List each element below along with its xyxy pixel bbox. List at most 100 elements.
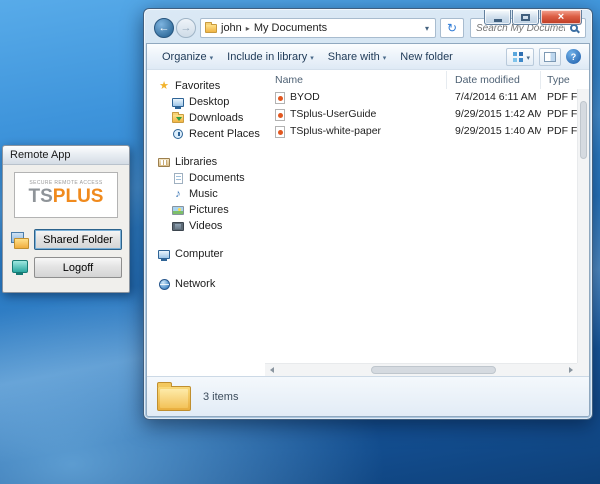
close-button[interactable]: ×	[540, 10, 582, 25]
caret-icon: ▾	[210, 54, 214, 62]
column-header-name[interactable]: Name	[265, 71, 447, 89]
file-row-byod[interactable]: BYOD 7/4/2014 6:11 AM PDF File	[265, 89, 589, 106]
videos-icon	[172, 222, 184, 231]
new-folder-label: New folder	[400, 51, 453, 63]
sidebar-label: Computer	[175, 248, 223, 260]
include-in-library-button[interactable]: Include in library▾	[220, 47, 321, 67]
sidebar-item-favorites[interactable]: ★Favorites	[147, 78, 265, 94]
sidebar-label: Music	[189, 188, 218, 200]
file-name: BYOD	[290, 89, 320, 106]
help-icon: ?	[571, 52, 577, 62]
column-header-type[interactable]: Type	[541, 71, 589, 89]
organize-button[interactable]: Organize▾	[155, 47, 220, 67]
file-name: TSplus-white-paper	[290, 123, 381, 140]
forward-icon: →	[181, 23, 192, 34]
pdf-file-icon	[275, 92, 285, 104]
tsplus-logo-ts: TS	[29, 186, 53, 207]
remote-app-title: Remote App	[10, 149, 71, 161]
breadcrumb-segment-john[interactable]: john	[217, 22, 246, 34]
forward-button[interactable]: →	[176, 18, 196, 38]
music-icon: ♪	[171, 189, 185, 200]
preview-pane-icon	[544, 52, 556, 62]
pdf-file-icon	[275, 126, 285, 138]
file-date-modified: 7/4/2014 6:11 AM	[447, 89, 541, 106]
sidebar-item-videos[interactable]: Videos	[147, 218, 265, 234]
scroll-left-arrow-icon[interactable]	[265, 364, 277, 376]
shared-folder-row: Shared Folder	[10, 229, 122, 250]
minimize-icon	[494, 19, 502, 22]
caret-icon: ▾	[310, 54, 314, 62]
sidebar-item-music[interactable]: ♪ Music	[147, 186, 265, 202]
explorer-window: × ← → john ▸ My Documents ▾ ↻ Organize▾ …	[143, 8, 593, 420]
preview-pane-button[interactable]	[539, 48, 561, 66]
sidebar-label: Network	[175, 278, 215, 290]
sidebar-item-network[interactable]: Network	[147, 276, 265, 292]
new-folder-button[interactable]: New folder	[393, 47, 460, 67]
horizontal-scroll-thumb[interactable]	[371, 366, 496, 374]
scroll-right-arrow-icon[interactable]	[565, 364, 577, 376]
items-count: 3 items	[203, 391, 238, 403]
shared-folder-icon[interactable]	[10, 231, 30, 249]
sidebar-item-computer[interactable]: Computer	[147, 246, 265, 262]
vertical-scroll-thumb[interactable]	[580, 101, 587, 159]
downloads-icon	[172, 114, 184, 123]
include-in-library-label: Include in library	[227, 51, 307, 63]
sidebar-item-recent-places[interactable]: Recent Places	[147, 126, 265, 142]
share-with-button[interactable]: Share with▾	[321, 47, 394, 67]
help-button[interactable]: ?	[566, 49, 581, 64]
share-with-label: Share with	[328, 51, 380, 63]
explorer-client-area: Organize▾ Include in library▾ Share with…	[146, 43, 590, 417]
sidebar-item-desktop[interactable]: Desktop	[147, 94, 265, 110]
sidebar-item-downloads[interactable]: Downloads	[147, 110, 265, 126]
explorer-content: ★Favorites Desktop Downloads Recent Plac…	[147, 71, 589, 376]
minimize-button[interactable]	[484, 10, 511, 25]
tsplus-logo-wordmark: TSPLUS	[15, 186, 117, 208]
file-row-tsplus-userguide[interactable]: TSplus-UserGuide 9/29/2015 1:42 AM PDF F…	[265, 106, 589, 123]
tsplus-logo: SECURE REMOTE ACCESS TSPLUS	[14, 172, 118, 218]
search-icon[interactable]	[570, 24, 578, 32]
navigation-pane: ★Favorites Desktop Downloads Recent Plac…	[147, 71, 265, 376]
sidebar-label: Libraries	[175, 156, 217, 168]
address-bar[interactable]: john ▸ My Documents ▾	[200, 18, 436, 38]
refresh-icon: ↻	[447, 22, 457, 34]
folder-icon	[157, 386, 191, 411]
details-pane: 3 items	[147, 376, 589, 416]
remote-app-titlebar[interactable]: Remote App	[3, 146, 129, 165]
libraries-icon	[158, 158, 170, 167]
tsplus-logo-plus: PLUS	[53, 186, 104, 207]
desktop: Remote App SECURE REMOTE ACCESS TSPLUS S…	[0, 0, 600, 484]
sidebar-label: Pictures	[189, 204, 229, 216]
change-view-button[interactable]: ▾	[506, 48, 534, 66]
command-toolbar: Organize▾ Include in library▾ Share with…	[147, 44, 589, 70]
sidebar-item-libraries[interactable]: Libraries	[147, 154, 265, 170]
shared-folder-button[interactable]: Shared Folder	[34, 229, 122, 250]
sidebar-item-documents[interactable]: Documents	[147, 170, 265, 186]
sidebar-item-pictures[interactable]: Pictures	[147, 202, 265, 218]
scrollbar-corner	[577, 363, 589, 376]
file-list-pane: Name Date modified Type BYOD 7/4/2014 6:…	[265, 71, 589, 376]
maximize-button[interactable]	[512, 10, 539, 25]
sidebar-label: Recent Places	[189, 128, 260, 140]
file-name: TSplus-UserGuide	[290, 106, 376, 123]
views-icon	[513, 52, 517, 56]
vertical-scrollbar[interactable]	[577, 89, 589, 363]
recent-places-icon	[173, 129, 183, 139]
refresh-button[interactable]: ↻	[440, 18, 464, 38]
sidebar-label: Videos	[189, 220, 222, 232]
column-header-date-modified[interactable]: Date modified	[447, 71, 541, 89]
pdf-file-icon	[275, 109, 285, 121]
file-date-modified: 9/29/2015 1:40 AM	[447, 123, 541, 140]
network-icon	[159, 279, 170, 290]
file-row-tsplus-white-paper[interactable]: TSplus-white-paper 9/29/2015 1:40 AM PDF…	[265, 123, 589, 140]
breadcrumb-folder-icon	[205, 24, 217, 33]
horizontal-scrollbar[interactable]	[265, 363, 577, 376]
logoff-icon[interactable]	[10, 259, 30, 277]
breadcrumb-segment-my-documents[interactable]: My Documents	[250, 22, 331, 34]
maximize-icon	[521, 14, 530, 21]
back-button[interactable]: ←	[154, 18, 174, 38]
toolbar-right-controls: ▾ ?	[506, 48, 581, 66]
address-history-dropdown-icon[interactable]: ▾	[423, 24, 431, 33]
logoff-button[interactable]: Logoff	[34, 257, 122, 278]
file-date-modified: 9/29/2015 1:42 AM	[447, 106, 541, 123]
desktop-icon	[172, 98, 184, 107]
